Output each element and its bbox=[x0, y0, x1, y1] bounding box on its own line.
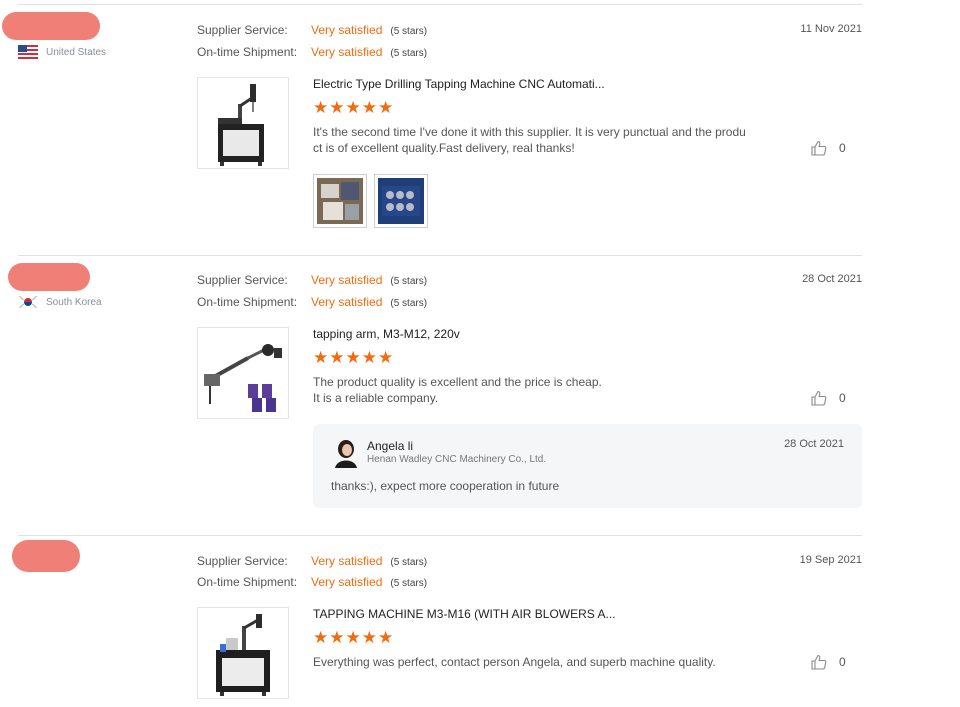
buyer-country bbox=[18, 562, 46, 576]
ontime-shipment-label: On-time Shipment: bbox=[197, 45, 298, 59]
us-flag-icon bbox=[18, 45, 38, 59]
product-rating-stars: ★ ★ ★ ★ ★ bbox=[313, 99, 393, 116]
supplier-service-label: Supplier Service: bbox=[197, 554, 288, 568]
buyer-name-redacted bbox=[2, 12, 100, 40]
ontime-shipment-stars: (5 stars) bbox=[390, 48, 428, 59]
supplier-service-rating: Supplier Service: Very satisfied (5 star… bbox=[197, 23, 427, 37]
star-icon: ★ bbox=[378, 98, 394, 117]
review-date: 19 Sep 2021 bbox=[799, 554, 862, 566]
star-icon: ★ bbox=[329, 348, 345, 367]
ontime-shipment-label: On-time Shipment: bbox=[197, 575, 298, 589]
review-photo[interactable] bbox=[374, 174, 428, 228]
reply-text: thanks:), expect more cooperation in fut… bbox=[331, 479, 560, 493]
product-title[interactable]: Electric Type Drilling Tapping Machine C… bbox=[313, 77, 605, 91]
product-image[interactable] bbox=[197, 77, 289, 169]
ontime-shipment-rating: On-time Shipment: Very satisfied (5 star… bbox=[197, 575, 427, 589]
review-text-line: It is a reliable company. bbox=[313, 391, 439, 405]
supplier-service-value: Very satisfied bbox=[311, 23, 383, 37]
star-icon: ★ bbox=[345, 98, 361, 117]
star-icon: ★ bbox=[313, 628, 329, 647]
star-icon: ★ bbox=[378, 628, 394, 647]
helpful-like-button[interactable]: 0 bbox=[811, 654, 846, 670]
ontime-shipment-stars: (5 stars) bbox=[390, 298, 428, 309]
supplier-service-value: Very satisfied bbox=[311, 273, 383, 287]
supplier-service-stars: (5 stars) bbox=[390, 276, 428, 287]
star-icon: ★ bbox=[329, 98, 345, 117]
ontime-shipment-stars: (5 stars) bbox=[390, 578, 428, 589]
star-icon: ★ bbox=[345, 628, 361, 647]
review-text: Everything was perfect, contact person A… bbox=[313, 654, 763, 670]
star-icon: ★ bbox=[361, 628, 377, 647]
star-icon: ★ bbox=[329, 628, 345, 647]
product-title[interactable]: tapping arm, M3-M12, 220v bbox=[313, 327, 460, 341]
country-name: South Korea bbox=[46, 296, 102, 308]
product-image[interactable] bbox=[197, 607, 289, 699]
thumbs-up-icon bbox=[811, 654, 827, 670]
helpful-like-button[interactable]: 0 bbox=[811, 390, 846, 406]
review-date: 28 Oct 2021 bbox=[802, 273, 862, 285]
product-rating-stars: ★ ★ ★ ★ ★ bbox=[313, 629, 393, 646]
supplier-service-rating: Supplier Service: Very satisfied (5 star… bbox=[197, 554, 427, 568]
like-count: 0 bbox=[839, 655, 846, 669]
review-divider bbox=[18, 535, 862, 536]
product-title[interactable]: TAPPING MACHINE M3-M16 (WITH AIR BLOWERS… bbox=[313, 607, 615, 621]
ontime-shipment-rating: On-time Shipment: Very satisfied (5 star… bbox=[197, 45, 427, 59]
ontime-shipment-value: Very satisfied bbox=[311, 45, 383, 59]
ontime-shipment-value: Very satisfied bbox=[311, 575, 383, 589]
south-korea-flag-icon bbox=[18, 295, 38, 309]
thumbs-up-icon bbox=[811, 140, 827, 156]
star-icon: ★ bbox=[313, 348, 329, 367]
thumbs-up-icon bbox=[811, 390, 827, 406]
ontime-shipment-rating: On-time Shipment: Very satisfied (5 star… bbox=[197, 295, 427, 309]
supplier-reply: Angela li Henan Wadley CNC Machinery Co.… bbox=[313, 424, 862, 508]
buyer-country: United States bbox=[18, 45, 106, 59]
review-text: The product quality is excellent and the… bbox=[313, 374, 763, 406]
review-date: 11 Nov 2021 bbox=[800, 23, 862, 35]
avatar bbox=[333, 438, 359, 468]
reply-date: 28 Oct 2021 bbox=[784, 438, 844, 450]
reply-company: Henan Wadley CNC Machinery Co., Ltd. bbox=[367, 454, 547, 465]
supplier-service-rating: Supplier Service: Very satisfied (5 star… bbox=[197, 273, 427, 287]
review-text: It's the second time I've done it with t… bbox=[313, 124, 763, 156]
product-rating-stars: ★ ★ ★ ★ ★ bbox=[313, 349, 393, 366]
star-icon: ★ bbox=[378, 348, 394, 367]
star-icon: ★ bbox=[361, 348, 377, 367]
review-divider bbox=[18, 4, 862, 5]
supplier-service-label: Supplier Service: bbox=[197, 23, 288, 37]
supplier-service-stars: (5 stars) bbox=[390, 557, 428, 568]
supplier-service-stars: (5 stars) bbox=[390, 26, 428, 37]
helpful-like-button[interactable]: 0 bbox=[811, 140, 846, 156]
like-count: 0 bbox=[839, 141, 846, 155]
review-divider bbox=[18, 255, 862, 256]
review-photo[interactable] bbox=[313, 174, 367, 228]
buyer-name-redacted bbox=[8, 263, 90, 291]
review-text-line: ct is of excellent quality.Fast delivery… bbox=[313, 141, 575, 155]
supplier-service-value: Very satisfied bbox=[311, 554, 383, 568]
review-text-line: The product quality is excellent and the… bbox=[313, 375, 602, 389]
star-icon: ★ bbox=[313, 98, 329, 117]
buyer-country: South Korea bbox=[18, 295, 102, 309]
reply-author-name: Angela li bbox=[367, 439, 414, 453]
ontime-shipment-label: On-time Shipment: bbox=[197, 295, 298, 309]
country-name: United States bbox=[46, 46, 107, 58]
supplier-service-label: Supplier Service: bbox=[197, 273, 288, 287]
review-text-line: Everything was perfect, contact person A… bbox=[313, 655, 716, 669]
product-image[interactable] bbox=[197, 327, 289, 419]
star-icon: ★ bbox=[345, 348, 361, 367]
star-icon: ★ bbox=[361, 98, 377, 117]
like-count: 0 bbox=[839, 391, 846, 405]
review-text-line: It's the second time I've done it with t… bbox=[313, 125, 746, 139]
ontime-shipment-value: Very satisfied bbox=[311, 295, 383, 309]
